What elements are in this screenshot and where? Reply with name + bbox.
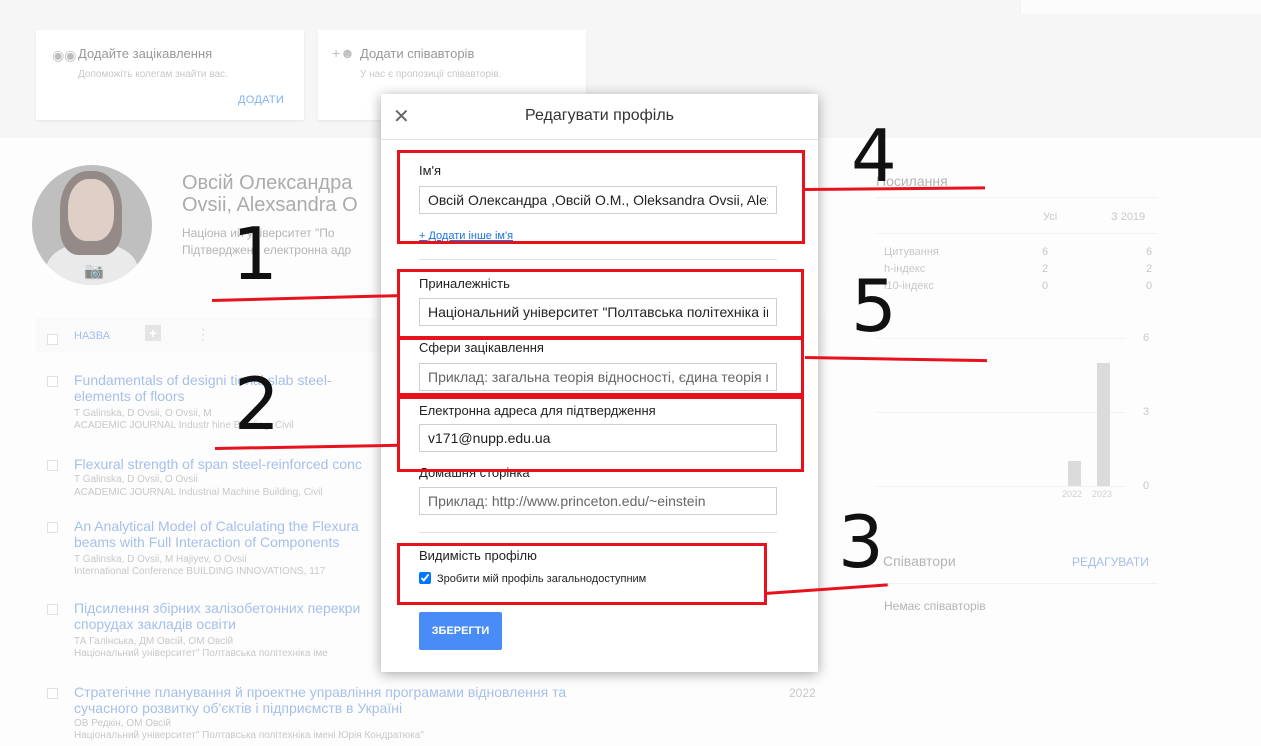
annotation-box-visibility (397, 543, 767, 605)
homepage-field[interactable] (419, 487, 777, 515)
annotation-box-email (397, 396, 804, 472)
divider (419, 259, 777, 260)
save-button[interactable]: ЗБЕРЕГТИ (419, 612, 502, 650)
annotation-box-name (397, 150, 805, 244)
annotation-box-affiliation (397, 269, 804, 339)
annotation-box-interests (397, 337, 804, 396)
annotation-number: 1 (232, 212, 278, 296)
annotation-number: 2 (234, 362, 280, 446)
annotation-number: 4 (851, 114, 897, 198)
divider (419, 532, 777, 533)
annotation-number: 5 (851, 264, 897, 348)
dialog-title: Редагувати профіль (524, 107, 674, 124)
annotation-number: 3 (838, 500, 884, 584)
dialog-header: ✕ Редагувати профіль (381, 94, 818, 140)
